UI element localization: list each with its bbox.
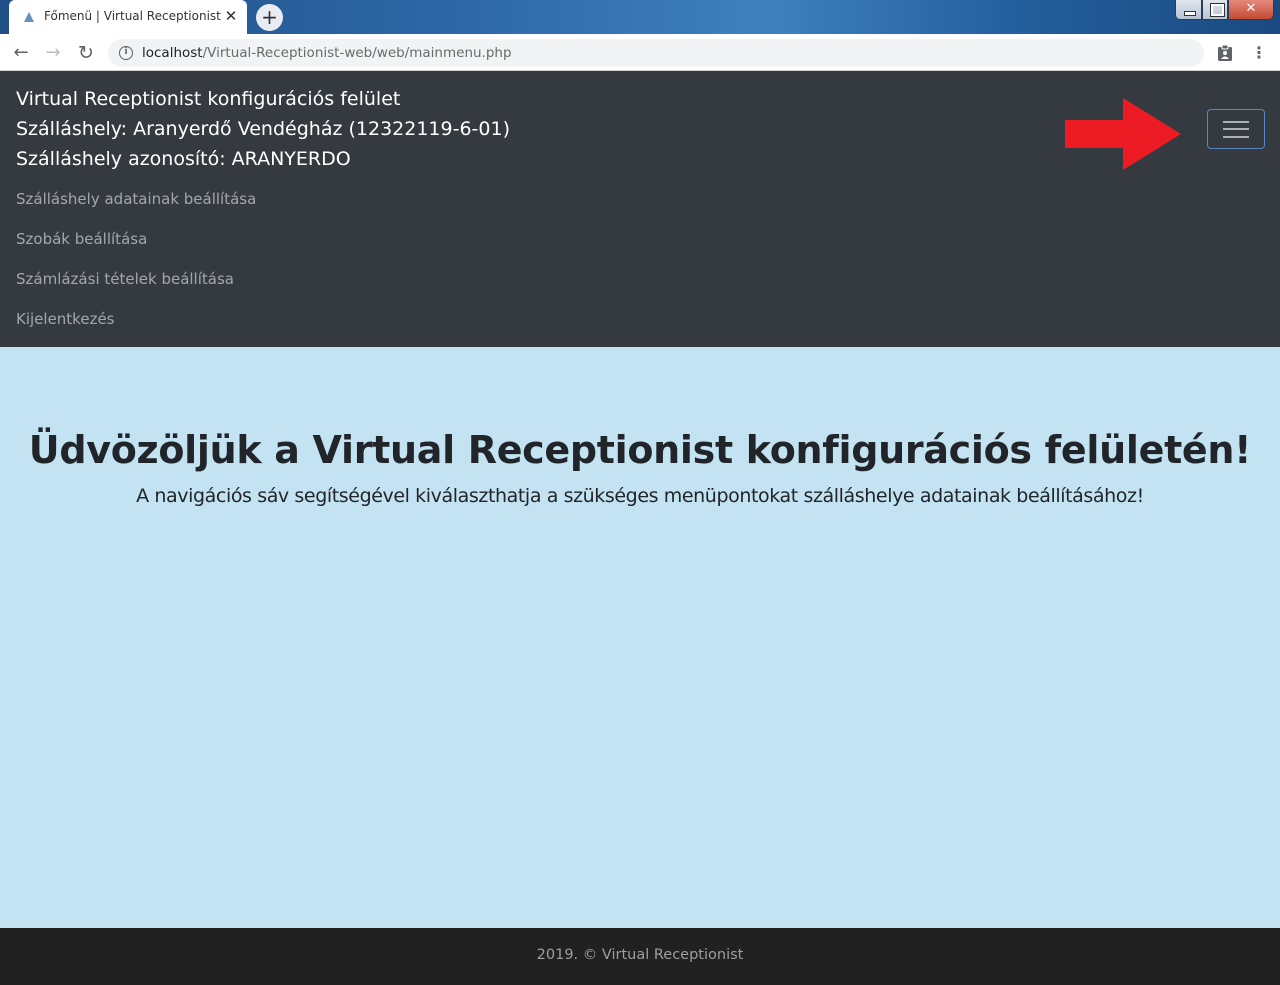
nav-link-room-settings[interactable]: Szobák beállítása <box>16 230 147 248</box>
forward-arrow-icon[interactable]: → <box>40 40 66 66</box>
nav-link-accommodation-settings[interactable]: Szálláshely adatainak beállítása <box>16 190 256 208</box>
maximize-button[interactable] <box>1202 0 1228 20</box>
hamburger-bar <box>1223 121 1249 123</box>
address-bar[interactable]: i localhost/Virtual-Receptionist-web/web… <box>108 39 1204 67</box>
site-info-icon[interactable]: i <box>119 46 133 60</box>
welcome-title: Üdvözöljük a Virtual Receptionist konfig… <box>28 428 1252 472</box>
hamburger-bar <box>1223 136 1249 138</box>
new-tab-button[interactable]: + <box>256 4 283 31</box>
browser-menu-icon[interactable]: ⋮ <box>1251 42 1267 64</box>
tab-title: Főmenü | Virtual Receptionist <box>44 9 221 23</box>
red-arrow-annotation <box>1065 98 1181 170</box>
nav-link-logout[interactable]: Kijelentkezés <box>16 310 114 328</box>
browser-toolbar: ← → ↻ i localhost/Virtual-Receptionist-w… <box>0 34 1280 71</box>
url-host: localhost <box>142 45 203 61</box>
browser-tab[interactable]: Főmenü | Virtual Receptionist ✕ <box>9 0 247 34</box>
page-footer: 2019. © Virtual Receptionist <box>0 928 1280 985</box>
navbar-accommodation: Szálláshely: Aranyerdő Vendégház (123221… <box>16 118 510 140</box>
close-window-button[interactable] <box>1228 0 1274 20</box>
site-navbar: Virtual Receptionist konfigurációs felül… <box>0 71 1280 347</box>
url-path: /Virtual-Receptionist-web/web/mainmenu.p… <box>202 45 512 61</box>
reload-icon[interactable]: ↻ <box>73 40 99 66</box>
navbar-toggler-button[interactable] <box>1207 109 1265 149</box>
navbar-accommodation-id: Szálláshely azonosító: ARANYERDO <box>16 148 351 170</box>
tab-close-icon[interactable]: ✕ <box>223 8 239 24</box>
welcome-subtitle: A navigációs sáv segítségével kiválaszth… <box>136 485 1144 507</box>
browser-titlebar: Főmenü | Virtual Receptionist ✕ + <box>0 0 1280 34</box>
navbar-brand-title[interactable]: Virtual Receptionist konfigurációs felül… <box>16 88 400 110</box>
back-arrow-icon[interactable]: ← <box>8 40 34 66</box>
hamburger-bar <box>1223 128 1249 130</box>
url-text[interactable]: localhost/Virtual-Receptionist-web/web/m… <box>142 45 512 61</box>
window-controls <box>1175 0 1274 20</box>
minimize-button[interactable] <box>1175 0 1202 20</box>
nav-link-billing-items[interactable]: Számlázási tételek beállítása <box>16 270 234 288</box>
clipboard-icon[interactable] <box>1217 44 1233 62</box>
footer-copyright: 2019. © Virtual Receptionist <box>536 947 744 963</box>
favicon-icon <box>24 12 34 22</box>
